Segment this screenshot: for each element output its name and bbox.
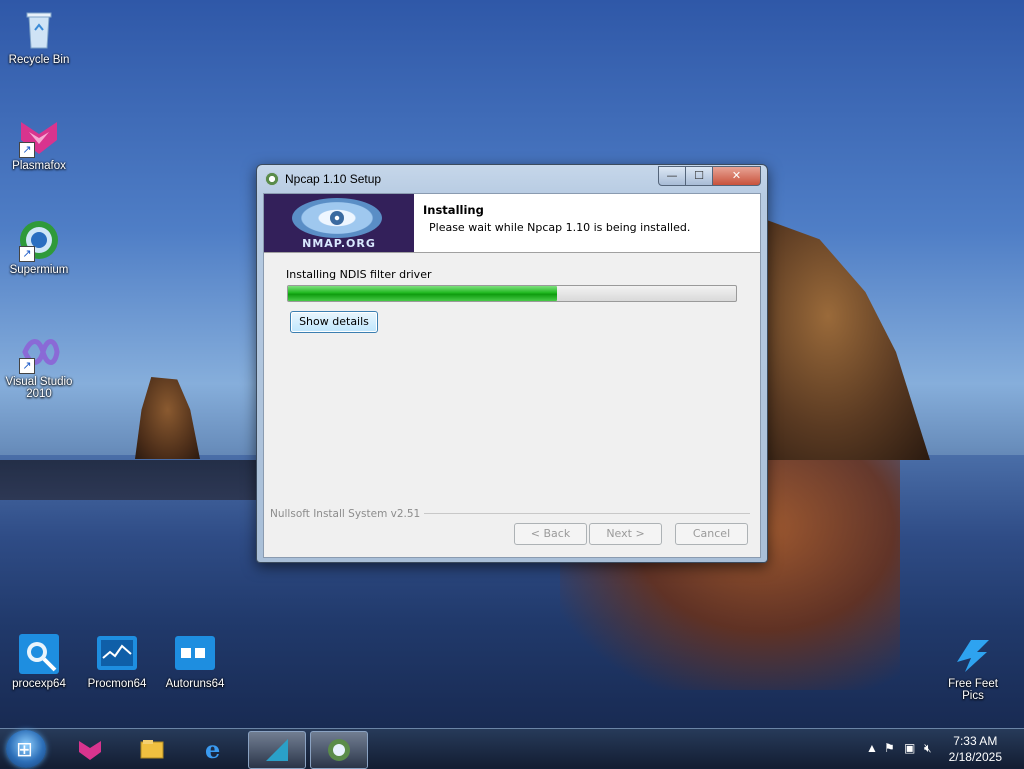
npcap-setup-window: Npcap 1.10 Setup — ☐ ✕ NMAP.ORG Installi… xyxy=(256,164,768,563)
show-details-button[interactable]: Show details xyxy=(290,311,378,333)
desktop-icon-label: Recycle Bin xyxy=(8,54,70,66)
next-button[interactable]: Next > xyxy=(589,523,662,545)
desktop-icon-label: Visual Studio 2010 xyxy=(5,376,73,400)
free-feet-pics-icon xyxy=(951,632,995,676)
desktop-icon-autoruns64[interactable]: Autoruns64 xyxy=(159,632,231,690)
clock-time: 7:33 AM xyxy=(953,734,998,748)
desktop-icon-free-feet-pics[interactable]: Free Feet Pics xyxy=(937,632,1009,702)
nmap-banner: NMAP.ORG xyxy=(264,194,414,252)
nmap-eye-icon xyxy=(292,198,382,238)
procexp-icon xyxy=(17,632,61,676)
installer-header: NMAP.ORG Installing Please wait while Np… xyxy=(264,194,760,253)
nsis-branding: Nullsoft Install System v2.51 xyxy=(270,506,750,520)
desktop-icon-plasmafox[interactable]: ↗ Plasmafox xyxy=(3,114,75,172)
taskbar-file-explorer[interactable] xyxy=(124,731,180,767)
taskbar-app[interactable] xyxy=(248,731,306,769)
start-button[interactable] xyxy=(6,730,46,768)
recycle-bin-icon xyxy=(17,8,61,52)
cancel-button[interactable]: Cancel xyxy=(675,523,748,545)
visual-studio-icon: ↗ xyxy=(17,330,61,374)
window-titlebar[interactable]: Npcap 1.10 Setup — ☐ ✕ xyxy=(257,165,767,193)
nsis-branding-text: Nullsoft Install System v2.51 xyxy=(270,508,425,520)
system-tray: ▲ ⚑ ▣ 🔇︎ 7:33 AM 2/18/2025 xyxy=(834,729,1024,769)
window-title: Npcap 1.10 Setup xyxy=(285,172,382,186)
app-icon xyxy=(266,739,288,761)
window-client-area: NMAP.ORG Installing Please wait while Np… xyxy=(263,193,761,558)
desktop-icon-label: Supermium xyxy=(9,264,69,276)
plasmafox-icon: ↗ xyxy=(17,114,61,158)
desktop-icon-visual-studio[interactable]: ↗ Visual Studio 2010 xyxy=(3,330,75,400)
autoruns-icon xyxy=(173,632,217,676)
desktop-icon-label: procexp64 xyxy=(12,678,66,690)
desktop-icon-procexp64[interactable]: procexp64 xyxy=(3,632,75,690)
maximize-button[interactable]: ☐ xyxy=(685,166,713,186)
internet-explorer-icon: e xyxy=(205,736,220,762)
desktop-icon-procmon64[interactable]: Procmon64 xyxy=(81,632,153,690)
taskbar-clock[interactable]: 7:33 AM 2/18/2025 xyxy=(949,733,1002,765)
install-progress-bar xyxy=(287,285,737,302)
action-center-flag-icon[interactable]: ⚑ xyxy=(884,741,895,755)
procmon-icon xyxy=(95,632,139,676)
progress-fill xyxy=(288,286,557,301)
banner-text: NMAP.ORG xyxy=(302,237,376,250)
desktop-icon-label: Free Feet Pics xyxy=(948,678,998,702)
close-button[interactable]: ✕ xyxy=(712,166,761,186)
clock-date: 2/18/2025 xyxy=(948,750,1002,764)
desktop-icon-recycle-bin[interactable]: Recycle Bin xyxy=(3,8,75,66)
taskbar-plasmafox[interactable] xyxy=(62,731,118,767)
shortcut-arrow-icon: ↗ xyxy=(19,246,35,262)
volume-muted-icon[interactable]: 🔇︎ xyxy=(924,741,932,756)
desktop-icon-label: Plasmafox xyxy=(12,160,66,172)
supermium-icon: ↗ xyxy=(17,218,61,262)
npcap-setup-icon xyxy=(328,739,350,761)
header-title: Installing xyxy=(423,203,484,217)
install-status-text: Installing NDIS filter driver xyxy=(286,268,432,281)
svg-text:e: e xyxy=(205,736,220,762)
back-button[interactable]: < Back xyxy=(514,523,587,545)
taskbar-npcap-setup[interactable] xyxy=(310,731,368,769)
taskbar: e ▲ ⚑ ▣ 🔇︎ 7:33 AM 2/18/2025 xyxy=(0,728,1024,769)
taskbar-internet-explorer[interactable]: e xyxy=(186,731,242,767)
file-explorer-icon xyxy=(140,740,164,759)
plasmafox-icon xyxy=(79,741,101,760)
desktop-icon-label: Procmon64 xyxy=(87,678,147,690)
shortcut-arrow-icon: ↗ xyxy=(19,358,35,374)
npcap-app-icon xyxy=(265,172,279,186)
desktop-icon-label: Autoruns64 xyxy=(165,678,225,690)
show-hidden-icons-chevron-icon[interactable]: ▲ xyxy=(866,741,878,755)
header-subtitle: Please wait while Npcap 1.10 is being in… xyxy=(429,221,691,234)
shortcut-arrow-icon: ↗ xyxy=(19,142,35,158)
desktop-icon-supermium[interactable]: ↗ Supermium xyxy=(3,218,75,276)
network-icon[interactable]: ▣ xyxy=(904,741,915,755)
minimize-button[interactable]: — xyxy=(658,166,686,186)
